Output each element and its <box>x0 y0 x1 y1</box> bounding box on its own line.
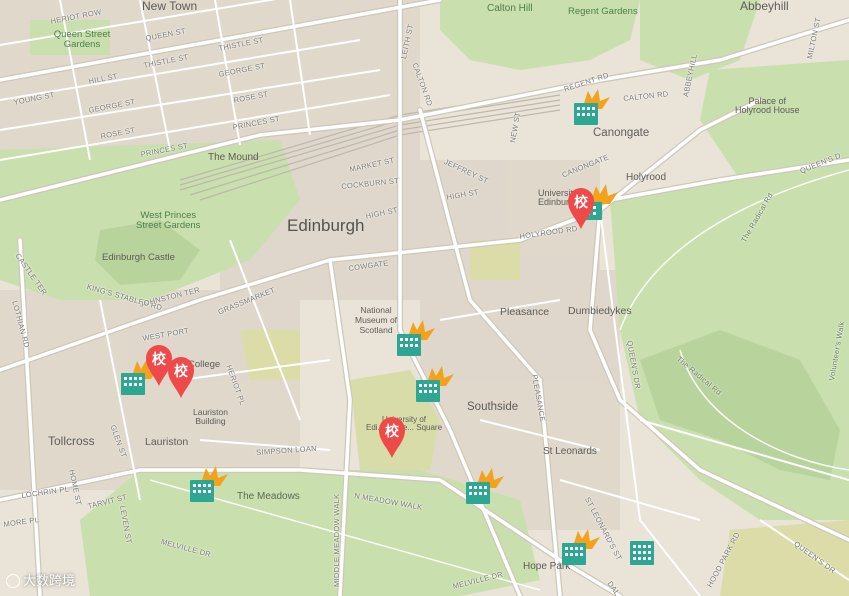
school-building-marker[interactable] <box>395 316 437 358</box>
pin-label: 校 <box>574 194 589 211</box>
building-icon <box>121 373 145 395</box>
building-icon <box>397 334 421 356</box>
school-building-marker[interactable] <box>414 362 456 404</box>
watermark: 大数跨境 <box>6 570 75 589</box>
map-view[interactable]: New Town Queen Street Gardens Calton Hil… <box>0 0 849 596</box>
building-icon <box>630 541 654 565</box>
watermark-logo-icon <box>6 574 20 588</box>
school-building-marker[interactable] <box>560 525 602 567</box>
watermark-text: 大数跨境 <box>23 574 76 589</box>
school-building-marker[interactable] <box>570 85 612 127</box>
building-icon <box>574 103 598 125</box>
building-icon <box>466 482 490 504</box>
school-pin[interactable]: 校 <box>566 186 596 230</box>
school-pin[interactable]: 校 <box>377 415 407 459</box>
building-icon <box>416 380 440 402</box>
building-marker[interactable] <box>628 537 658 567</box>
building-icon <box>562 543 586 565</box>
pin-label: 校 <box>385 423 400 440</box>
school-building-marker[interactable] <box>188 462 230 504</box>
building-icon <box>190 480 214 502</box>
school-building-marker[interactable] <box>464 464 506 506</box>
pin-label: 校 <box>174 363 189 380</box>
school-pin[interactable]: 校 <box>166 355 196 399</box>
pin-label: 校 <box>152 351 167 368</box>
basemap <box>0 0 849 596</box>
